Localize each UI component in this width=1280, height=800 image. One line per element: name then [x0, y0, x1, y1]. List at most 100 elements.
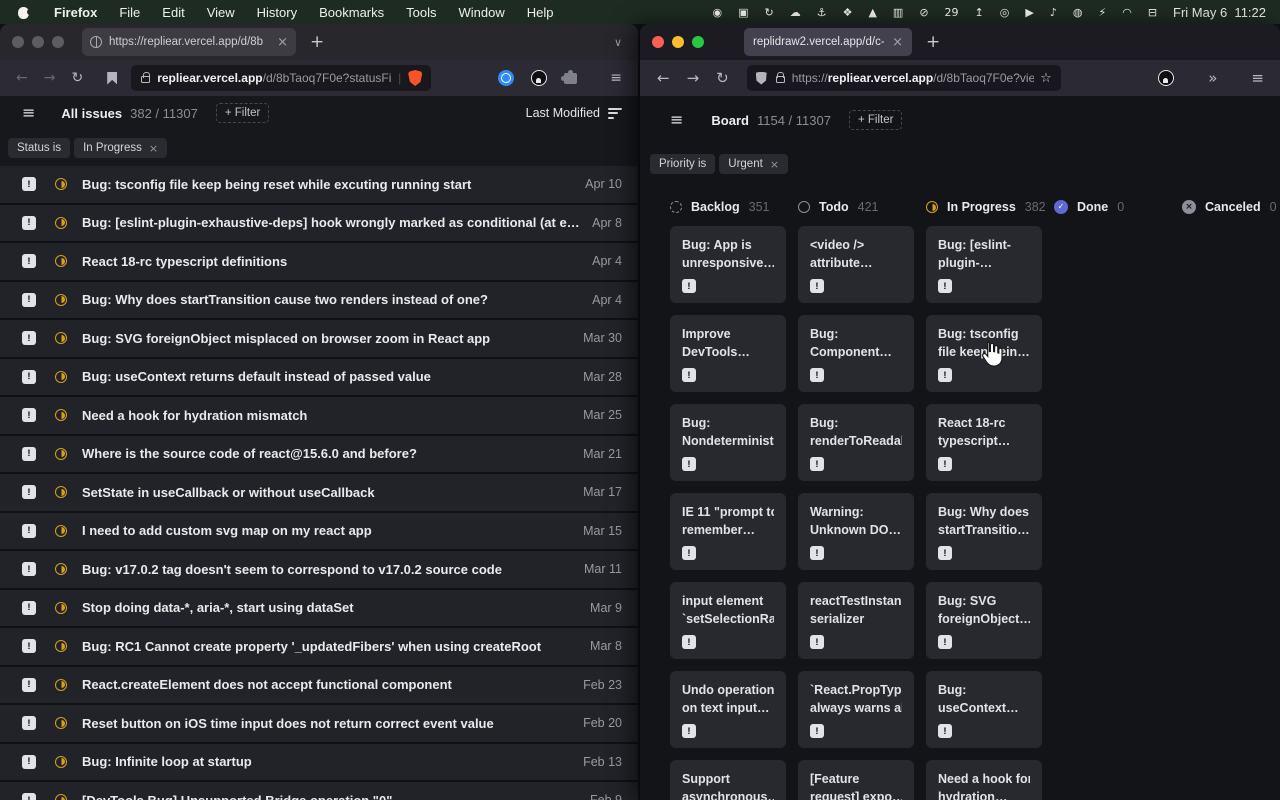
priority-urgent-icon[interactable]: !: [22, 601, 36, 615]
issue-row[interactable]: ! Bug: useContext returns default instea…: [0, 359, 638, 398]
remove-filter-icon[interactable]: ×: [149, 143, 158, 154]
power-icon[interactable]: ◎: [1000, 7, 1010, 18]
browser-tab[interactable]: https://repliear.vercel.app/d/8b ×: [82, 28, 296, 56]
camera-icon[interactable]: ▣: [738, 7, 748, 18]
priority-urgent-icon[interactable]: !: [22, 447, 36, 461]
menu-item[interactable]: Help: [516, 5, 565, 20]
issue-row[interactable]: ! Bug: [eslint-plugin-exhaustive-deps] h…: [0, 205, 638, 244]
issue-row[interactable]: ! Need a hook for hydration mismatch Mar…: [0, 397, 638, 436]
siri-icon[interactable]: ◍: [1073, 7, 1083, 18]
issue-card[interactable]: Bug: SVG foreignObject… !: [926, 582, 1042, 659]
back-button[interactable]: ←: [16, 71, 28, 85]
filter-field-chip[interactable]: Status is: [8, 138, 70, 158]
status-in-progress-icon[interactable]: [55, 717, 67, 729]
priority-urgent-icon[interactable]: !: [22, 331, 36, 345]
github-icon[interactable]: [1158, 70, 1174, 86]
new-tab-button[interactable]: +: [926, 34, 940, 51]
issue-card[interactable]: Bug: renderToReadab !: [798, 404, 914, 481]
priority-urgent-icon[interactable]: !: [22, 216, 36, 230]
issue-card[interactable]: Bug: [eslint- plugin-… !: [926, 226, 1042, 303]
issue-card[interactable]: Need a hook for hydration… !: [926, 760, 1042, 800]
status-in-progress-icon[interactable]: [55, 794, 67, 800]
sort-control[interactable]: Last Modified: [526, 106, 622, 120]
issue-row[interactable]: ! Stop doing data-*, aria-*, start using…: [0, 590, 638, 629]
issue-card[interactable]: React 18-rc typescript… !: [926, 404, 1042, 481]
issue-card[interactable]: IE 11 "prompt to remember… !: [670, 493, 786, 570]
zoom-window-button[interactable]: [692, 36, 704, 48]
docker-icon[interactable]: ⚓: [817, 7, 827, 18]
blocks-icon[interactable]: ▥: [893, 7, 903, 18]
issue-row[interactable]: ! SetState in useCallback or without use…: [0, 474, 638, 513]
issue-card[interactable]: reactTestInstanc serializer !: [798, 582, 914, 659]
status-in-progress-icon[interactable]: [55, 679, 67, 691]
priority-urgent-icon[interactable]: !: [22, 678, 36, 692]
battery-icon[interactable]: ⚡: [1098, 7, 1106, 18]
close-window-button[interactable]: [12, 36, 24, 48]
bookmark-icon[interactable]: [107, 72, 117, 85]
app-menu-icon[interactable]: ≡: [670, 112, 683, 128]
overflow-chevrons-icon[interactable]: »: [1208, 71, 1217, 86]
address-bar[interactable]: repliear.vercel.app /d/8bTaoq7F0e?status…: [131, 65, 431, 91]
filter-value-chip[interactable]: Urgent ×: [719, 154, 788, 174]
priority-urgent-icon[interactable]: !: [22, 254, 36, 268]
onepassword-icon[interactable]: [498, 70, 514, 86]
menu-item[interactable]: History: [246, 5, 308, 20]
brave-shield-icon[interactable]: [408, 70, 422, 86]
issue-row[interactable]: ! Bug: Infinite loop at startup Feb 13: [0, 744, 638, 783]
app-menu-icon[interactable]: ≡: [22, 105, 35, 121]
issue-card[interactable]: input element `setSelectionRa !: [670, 582, 786, 659]
issue-card[interactable]: `React.PropType always warns ab !: [798, 671, 914, 748]
issue-card[interactable]: Bug: App is unresponsive… !: [670, 226, 786, 303]
tab-list-chevron-icon[interactable]: ∨: [614, 37, 622, 48]
play-square-icon[interactable]: ▲: [868, 7, 876, 18]
sync-icon[interactable]: ↻: [764, 7, 773, 18]
zoom-window-button[interactable]: [52, 36, 64, 48]
issue-row[interactable]: ! React 18-rc typescript definitions Apr…: [0, 243, 638, 282]
wifi-icon[interactable]: ◠: [1122, 7, 1132, 18]
issue-card[interactable]: [Feature request] expo… !: [798, 760, 914, 800]
status-in-progress-icon[interactable]: [55, 178, 67, 190]
issue-row[interactable]: ! I need to add custom svg map on my rea…: [0, 513, 638, 552]
forward-button[interactable]: →: [687, 71, 700, 86]
issue-card[interactable]: Improve DevTools… !: [670, 315, 786, 392]
issue-row[interactable]: ! Bug: v17.0.2 tag doesn't seem to corre…: [0, 551, 638, 590]
priority-urgent-icon[interactable]: !: [22, 524, 36, 538]
browser-tab[interactable]: replidraw2.vercel.app/d/c-iZpq ×: [744, 28, 912, 56]
add-filter-button[interactable]: + Filter: [849, 110, 902, 130]
slash-circle-icon[interactable]: ⊘: [919, 7, 928, 18]
menu-item[interactable]: Tools: [395, 5, 447, 20]
address-bar[interactable]: https:// repliear.vercel.app /d/8bTaoq7F…: [747, 65, 1061, 91]
status-in-progress-icon[interactable]: [55, 525, 67, 537]
tab-close-icon[interactable]: ×: [892, 36, 903, 49]
back-button[interactable]: ←: [657, 71, 670, 86]
new-tab-button[interactable]: +: [310, 34, 324, 51]
status-in-progress-icon[interactable]: [55, 448, 67, 460]
status-in-progress-icon[interactable]: [55, 217, 67, 229]
status-in-progress-icon[interactable]: [55, 563, 67, 575]
status-in-progress-icon[interactable]: [55, 255, 67, 267]
issue-row[interactable]: ! Where is the source code of react@15.6…: [0, 436, 638, 475]
menu-item[interactable]: View: [196, 5, 246, 20]
play-circle-icon[interactable]: ▶: [1025, 7, 1033, 18]
browser-menu-icon[interactable]: ≡: [610, 71, 622, 85]
issue-row[interactable]: ! React.createElement does not accept fu…: [0, 667, 638, 706]
reload-button[interactable]: ↻: [71, 71, 83, 85]
browser-menu-icon[interactable]: ≡: [1251, 71, 1264, 86]
status-in-progress-icon[interactable]: [55, 294, 67, 306]
priority-urgent-icon[interactable]: !: [22, 485, 36, 499]
issue-card[interactable]: Support asynchronous… !: [670, 760, 786, 800]
add-filter-button[interactable]: + Filter: [216, 103, 269, 123]
share-icon[interactable]: ↥: [975, 7, 984, 18]
menu-item[interactable]: Edit: [151, 5, 195, 20]
filter-value-chip[interactable]: In Progress ×: [74, 138, 167, 158]
minimize-window-button[interactable]: [672, 36, 684, 48]
extensions-puzzle-icon[interactable]: [564, 73, 577, 84]
issue-card[interactable]: Bug: Nondeterminist. !: [670, 404, 786, 481]
status-in-progress-icon[interactable]: [55, 332, 67, 344]
menu-item[interactable]: Bookmarks: [308, 5, 395, 20]
calendar-icon[interactable]: 29: [945, 7, 959, 18]
issue-card[interactable]: <video /> attribute… !: [798, 226, 914, 303]
menu-clock[interactable]: Fri May 6 11:22: [1173, 5, 1266, 20]
minimize-window-button[interactable]: [32, 36, 44, 48]
issue-row[interactable]: ! Reset button on iOS time input does no…: [0, 705, 638, 744]
